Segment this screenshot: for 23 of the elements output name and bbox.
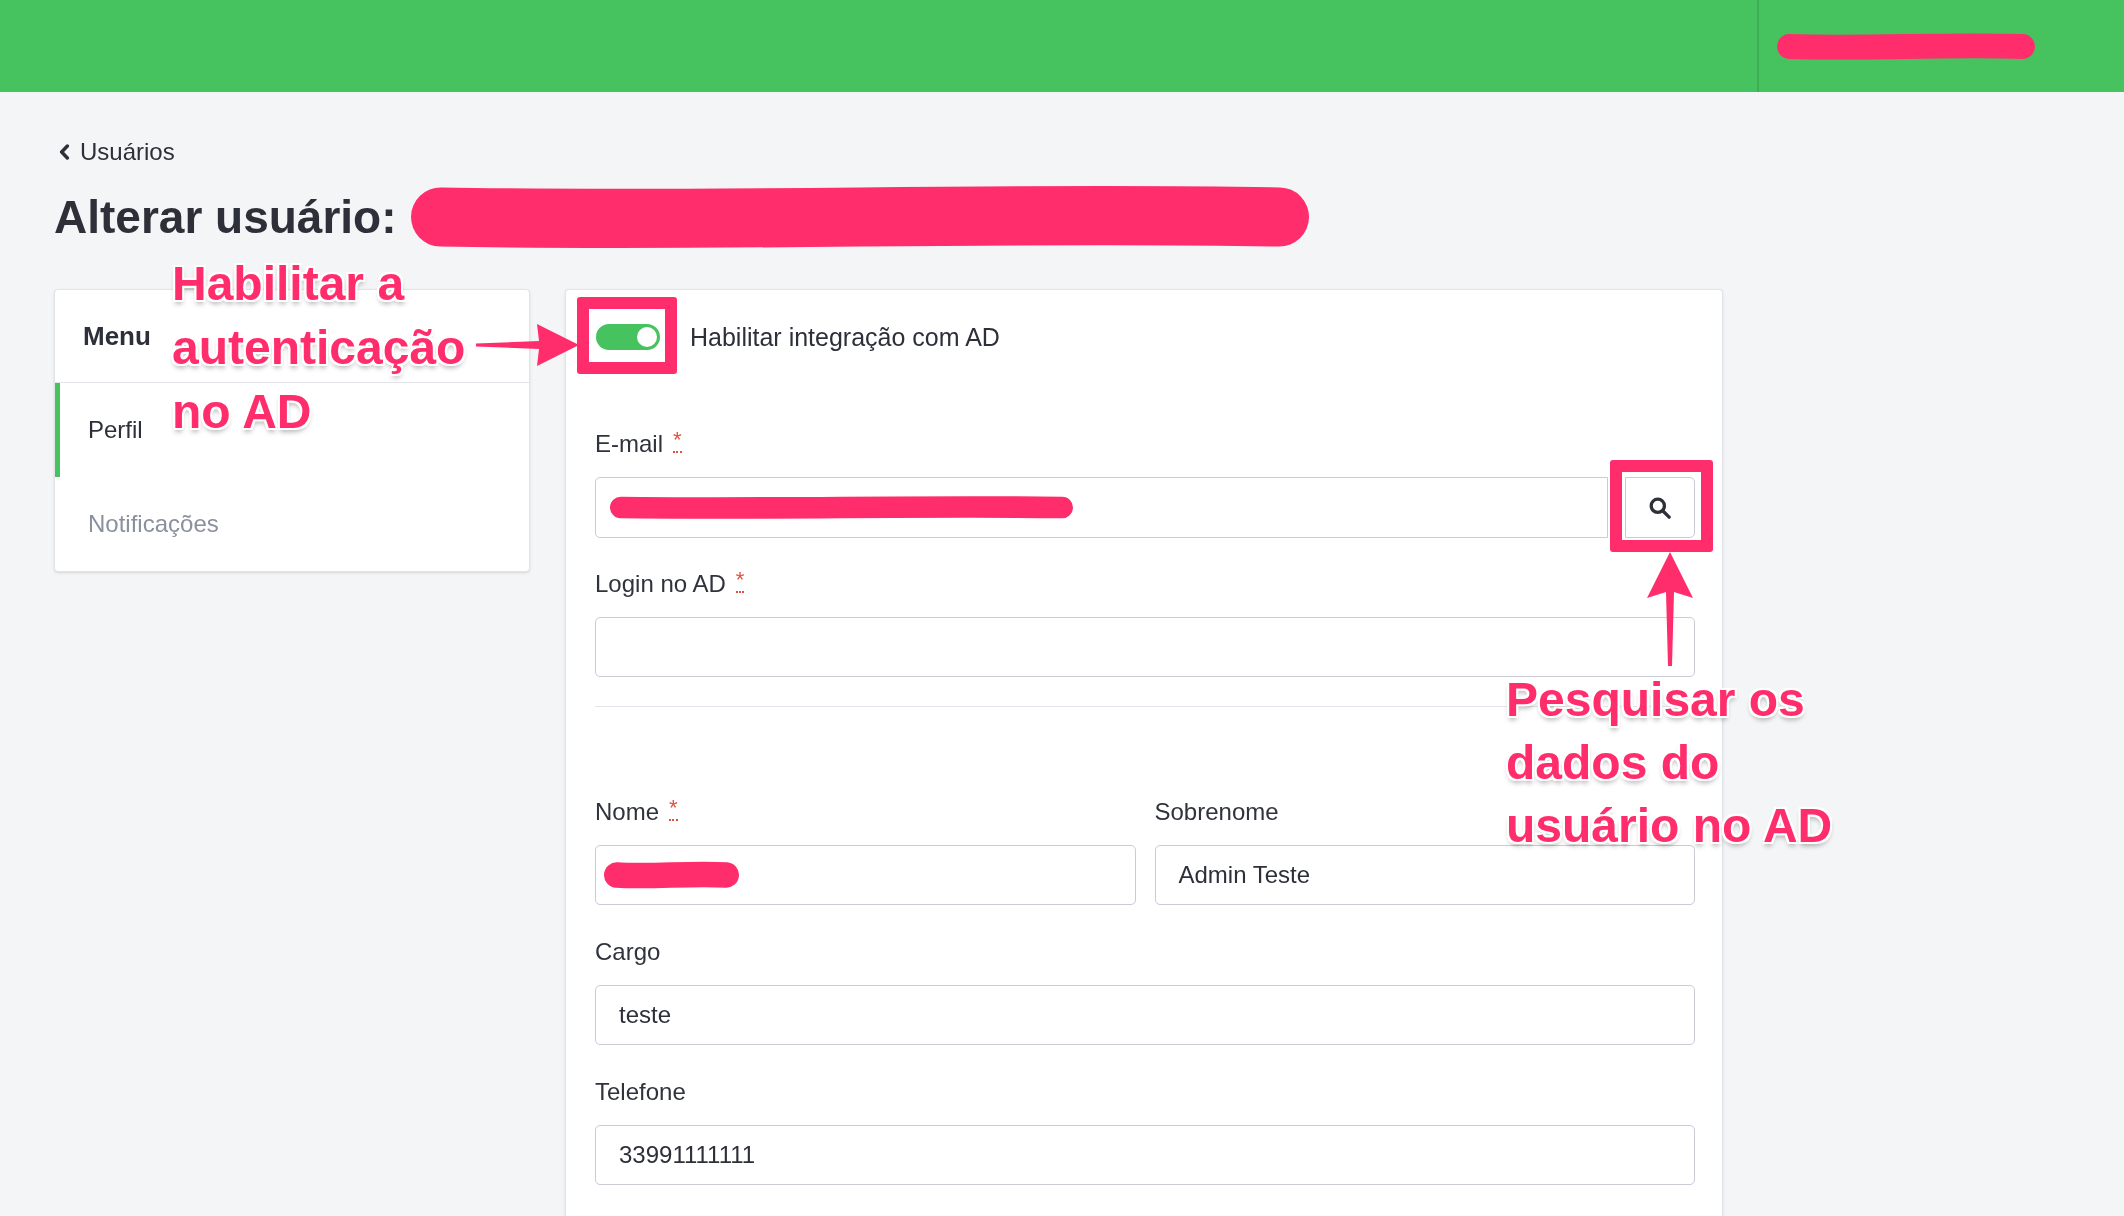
field-label: E-mail (595, 429, 663, 459)
input-field[interactable]: 33991111111 (595, 1125, 1695, 1185)
input-field[interactable] (595, 845, 1136, 905)
search-icon (1649, 496, 1671, 519)
chevron-left-icon (59, 144, 70, 160)
required-mark: * (669, 797, 678, 821)
field-label: Login no AD (595, 569, 726, 599)
input-field[interactable] (595, 477, 1608, 538)
field-label: Nome (595, 797, 660, 827)
required-mark: * (673, 429, 682, 453)
input-field[interactable] (595, 617, 1695, 677)
toggle-switch[interactable] (596, 324, 660, 350)
field-label: Cargo (595, 937, 661, 967)
back-link[interactable]: Usuários (54, 136, 175, 168)
search-button[interactable] (1625, 477, 1695, 538)
field-label: Telefone (595, 1077, 686, 1107)
required-mark: * (735, 569, 745, 593)
input-field[interactable]: teste (595, 985, 1695, 1045)
menu-title: Menu (83, 319, 151, 353)
field-label: Sobrenome (1154, 797, 1279, 827)
page-title: Alterar usuário: (54, 191, 397, 243)
input-field[interactable]: Admin Teste (1154, 845, 1695, 905)
toggle-label: Habilitar integração com AD (690, 322, 1000, 352)
